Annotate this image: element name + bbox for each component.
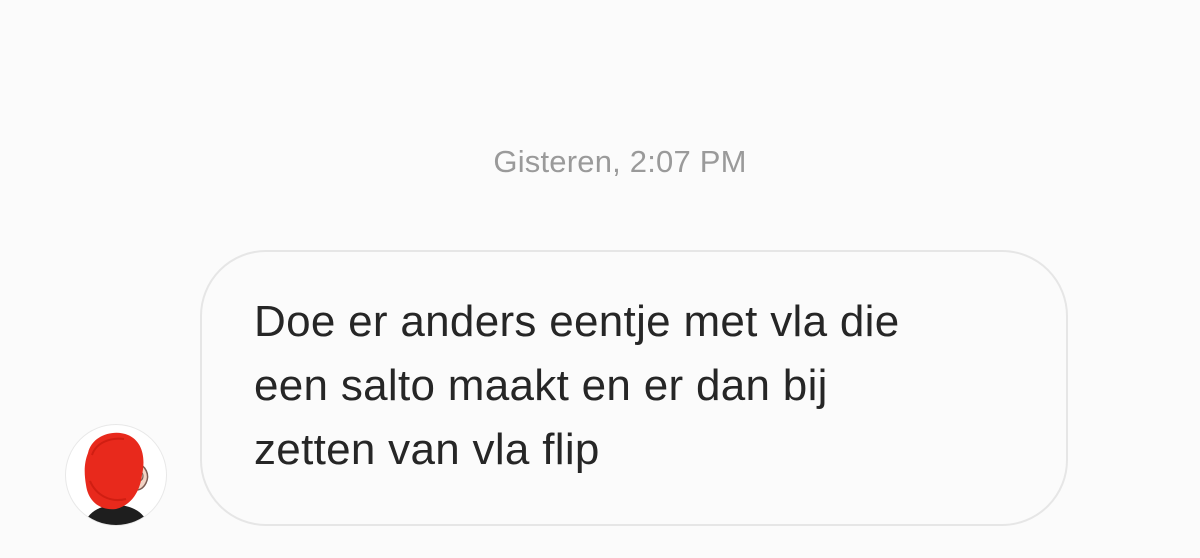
message-bubble[interactable]: Doe er anders eentje met vla die een sal… — [200, 250, 1068, 526]
sender-avatar[interactable] — [65, 424, 167, 526]
message-text: Doe er anders eentje met vla die een sal… — [254, 290, 1034, 482]
chat-thread: Gisteren, 2:07 PM Doe er anders eentje m… — [0, 0, 1200, 558]
message-line: een salto maakt en er dan bij — [254, 361, 828, 410]
profile-avatar-icon — [84, 432, 149, 525]
message-timestamp: Gisteren, 2:07 PM — [493, 144, 747, 179]
message-line: zetten van vla flip — [254, 425, 600, 474]
message-line: Doe er anders eentje met vla die — [254, 297, 900, 346]
